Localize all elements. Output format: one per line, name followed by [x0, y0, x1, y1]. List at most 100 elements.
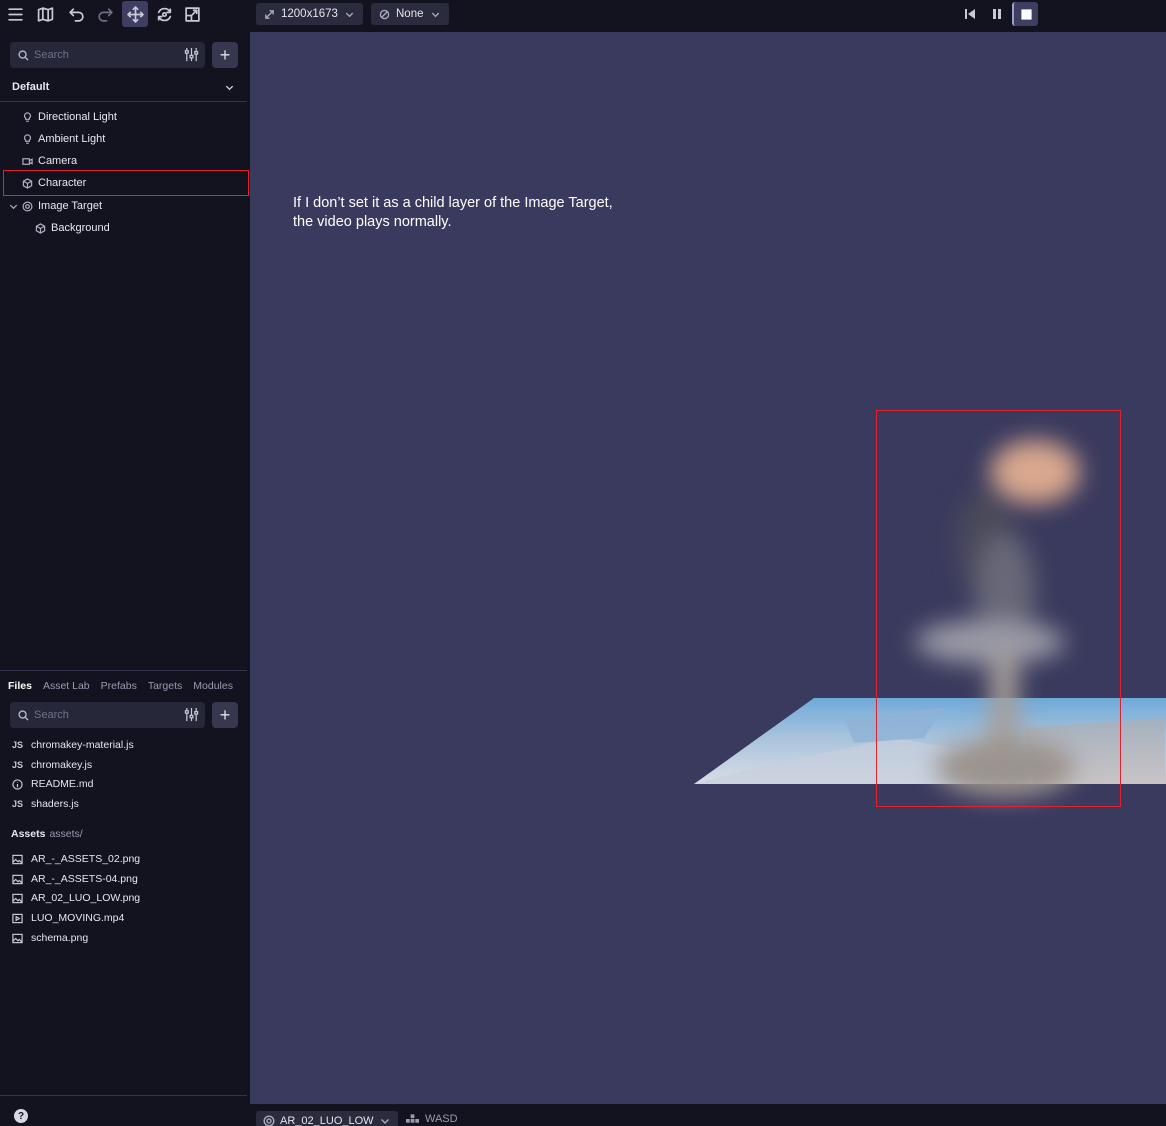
tree-item-character[interactable]: Character	[3, 170, 249, 196]
tab-asset-lab[interactable]: Asset Lab	[43, 680, 90, 692]
tree-item-camera[interactable]: Camera	[4, 150, 248, 172]
bulb-icon	[23, 133, 32, 144]
tree-item-label: Image Target	[38, 200, 103, 212]
search-icon	[18, 49, 29, 61]
stop-icon	[1020, 8, 1032, 20]
camera-mode-label: None	[396, 8, 424, 20]
move-icon[interactable]	[122, 1, 148, 27]
panel-divider	[0, 1095, 247, 1096]
bulb-icon	[23, 111, 32, 122]
image-icon	[12, 933, 26, 944]
chevron-down-icon	[380, 1118, 389, 1124]
left-panel: Search + Default Directional Light Ambie…	[0, 30, 249, 1126]
tab-files[interactable]: Files	[8, 680, 32, 692]
file-name: README.md	[31, 778, 94, 790]
target-selector-label: AR_02_LUO_LOW	[280, 1114, 374, 1126]
js-file-icon: JS	[12, 760, 24, 770]
redo-icon[interactable]	[92, 1, 118, 27]
assets-header: Assets assets/	[11, 828, 83, 840]
map-icon[interactable]	[32, 1, 58, 27]
asset-name: LUO_MOVING.mp4	[31, 912, 125, 924]
tree-item-label: Character	[38, 177, 87, 189]
file-name: chromakey-material.js	[31, 739, 134, 751]
tab-modules[interactable]: Modules	[193, 680, 233, 692]
pause-button[interactable]	[984, 2, 1010, 26]
file-item[interactable]: README.md	[12, 775, 93, 793]
tree-item-background[interactable]: Background	[4, 217, 248, 239]
image-icon	[12, 893, 26, 904]
assets-path: assets/	[49, 828, 83, 840]
add-object-button[interactable]: +	[212, 42, 238, 68]
assets-title: Assets	[11, 828, 46, 840]
tab-prefabs[interactable]: Prefabs	[101, 680, 137, 692]
scale-icon[interactable]	[179, 1, 205, 27]
resolution-label: 1200x1673	[281, 8, 338, 20]
asset-item[interactable]: AR_02_LUO_LOW.png	[12, 889, 140, 907]
target-selector-dropdown[interactable]: AR_02_LUO_LOW	[256, 1111, 398, 1126]
asset-item[interactable]: LUO_MOVING.mp4	[12, 909, 124, 927]
bottom-bar: AR_02_LUO_LOW WASD	[250, 1104, 1166, 1126]
tab-targets[interactable]: Targets	[148, 680, 182, 692]
annotation-line-1: If I don’t set it as a child layer of th…	[293, 195, 613, 211]
tree-item-label: Ambient Light	[38, 133, 106, 145]
tree-item-label: Directional Light	[38, 111, 117, 123]
asset-item[interactable]: schema.png	[12, 929, 88, 947]
annotation-line-2: the video plays normally.	[293, 214, 452, 230]
target-icon	[263, 1115, 275, 1126]
file-item[interactable]: JS chromakey.js	[12, 756, 92, 774]
top-toolbar: 1200x1673 None	[0, 0, 1166, 30]
tree-item-label: Background	[51, 222, 110, 234]
file-name: shaders.js	[31, 798, 79, 810]
file-name: chromakey.js	[31, 759, 93, 771]
file-item[interactable]: JS shaders.js	[12, 795, 79, 813]
filter-icon[interactable]	[184, 707, 199, 722]
files-search-input[interactable]: Search	[10, 702, 205, 728]
tree-item-ambient-light[interactable]: Ambient Light	[4, 128, 248, 150]
orbit-icon[interactable]	[151, 1, 177, 27]
expand-icon	[265, 9, 274, 19]
resolution-dropdown[interactable]: 1200x1673	[256, 3, 363, 25]
stop-button[interactable]	[1012, 2, 1038, 26]
annotation-note: If I don’t set it as a child layer of th…	[293, 194, 653, 232]
panel-divider	[0, 670, 247, 671]
asset-item[interactable]: AR_-_ASSETS-04.png	[12, 870, 138, 888]
file-item[interactable]: JS chromakey-material.js	[12, 736, 134, 754]
cube-icon	[35, 222, 46, 234]
undo-icon[interactable]	[63, 1, 89, 27]
hierarchy-search-input[interactable]: Search	[10, 42, 205, 68]
asset-name: AR_-_ASSETS-04.png	[31, 873, 138, 885]
menu-icon[interactable]	[2, 1, 28, 27]
skip-back-icon	[965, 9, 975, 19]
asset-name: AR_-_ASSETS_02.png	[31, 853, 141, 865]
image-icon	[12, 874, 26, 885]
asset-name: schema.png	[31, 932, 89, 944]
video-icon	[12, 913, 26, 924]
chevron-down-icon	[225, 85, 234, 91]
scene-header[interactable]: Default	[0, 72, 247, 102]
search-icon	[18, 709, 29, 721]
camera-mode-dropdown[interactable]: None	[371, 3, 449, 25]
tree-item-directional-light[interactable]: Directional Light	[4, 106, 248, 128]
camera-icon	[22, 157, 33, 165]
character-highlight-box	[876, 410, 1121, 807]
target-icon	[22, 201, 33, 211]
cube-icon	[22, 177, 33, 189]
skip-back-button[interactable]	[957, 2, 983, 26]
chevron-down-icon	[345, 12, 354, 17]
chevron-down-icon[interactable]	[8, 201, 19, 212]
filter-icon[interactable]	[184, 47, 199, 62]
files-tabs: Files Asset Lab Prefabs Targets Modules	[8, 680, 233, 692]
tree-item-image-target[interactable]: Image Target	[4, 195, 248, 217]
js-file-icon: JS	[12, 740, 24, 750]
chevron-down-icon	[431, 12, 439, 17]
help-icon[interactable]: ?	[14, 1109, 28, 1123]
search-placeholder: Search	[34, 49, 69, 61]
scene-viewport[interactable]: If I don’t set it as a child layer of th…	[250, 32, 1166, 1104]
asset-item[interactable]: AR_-_ASSETS_02.png	[12, 850, 140, 868]
wasd-label: WASD	[425, 1113, 458, 1125]
scene-name: Default	[12, 80, 50, 93]
none-icon	[379, 9, 390, 19]
add-file-button[interactable]: +	[212, 702, 238, 728]
image-icon	[12, 854, 26, 865]
keyboard-icon	[406, 1114, 419, 1123]
